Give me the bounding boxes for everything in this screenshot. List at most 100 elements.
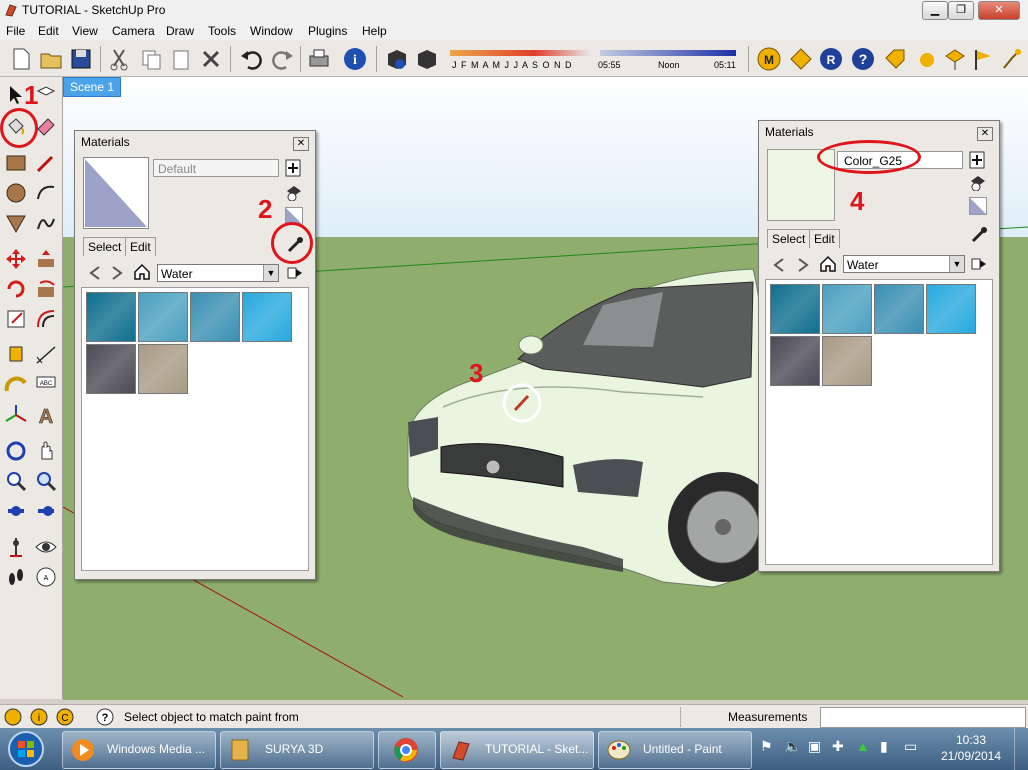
position-camera-tool-icon[interactable]	[4, 535, 28, 559]
taskbar-media-player[interactable]: Windows Media ...	[62, 731, 216, 769]
clock-time[interactable]: 10:33	[944, 733, 998, 747]
help-icon[interactable]: ?	[850, 46, 876, 72]
rotate-icon[interactable]	[4, 277, 28, 301]
details-arrow-icon[interactable]	[287, 265, 303, 281]
menu-draw[interactable]: Draw	[166, 24, 194, 38]
3d-text-icon[interactable]: A	[34, 403, 58, 427]
pan-icon[interactable]	[34, 439, 58, 463]
previous-view-icon[interactable]	[34, 499, 58, 523]
print-icon[interactable]	[306, 46, 332, 72]
look-around-icon[interactable]	[34, 535, 58, 559]
swatch-water-5[interactable]	[86, 344, 136, 394]
rectangle-icon[interactable]	[4, 151, 28, 175]
push-pull-icon[interactable]	[34, 247, 58, 271]
tape-measure-icon[interactable]	[4, 343, 28, 367]
shadow-settings-icon[interactable]	[414, 46, 440, 72]
geo-location-icon[interactable]	[4, 708, 22, 726]
panel-close-icon[interactable]: ✕	[293, 137, 309, 151]
swatch-water-5[interactable]	[770, 336, 820, 386]
text-icon[interactable]: ABC	[34, 373, 58, 397]
back-arrow-icon[interactable]	[771, 257, 787, 273]
menu-help[interactable]: Help	[362, 24, 387, 38]
sample-paint-icon[interactable]	[969, 173, 987, 191]
create-material-icon[interactable]	[969, 151, 985, 169]
home-icon[interactable]	[133, 263, 151, 281]
tab-select[interactable]: Select	[83, 237, 127, 256]
position-camera-icon[interactable]	[942, 46, 968, 72]
tag-icon[interactable]	[882, 46, 908, 72]
scene-tab[interactable]: Scene 1	[63, 77, 122, 97]
arc-icon[interactable]	[34, 181, 58, 205]
create-material-icon[interactable]	[285, 159, 301, 177]
protractor-icon[interactable]	[4, 373, 28, 397]
tray-app-icon[interactable]: ▣	[808, 738, 821, 755]
library-dropdown[interactable]: Water ▼	[843, 255, 965, 273]
copyright-icon[interactable]: C	[56, 708, 74, 726]
copy-icon[interactable]	[138, 46, 164, 72]
default-material-icon[interactable]	[969, 197, 987, 215]
flag-icon[interactable]	[970, 46, 996, 72]
taskbar-sketchup[interactable]: TUTORIAL - Sket...	[440, 731, 594, 769]
forward-arrow-icon[interactable]	[795, 257, 811, 273]
scale-icon[interactable]	[4, 307, 28, 331]
follow-me-icon[interactable]	[34, 277, 58, 301]
restore-button[interactable]: ❐	[948, 1, 974, 20]
tab-edit[interactable]: Edit	[125, 237, 156, 256]
menu-file[interactable]: File	[6, 24, 25, 38]
move-icon[interactable]	[4, 247, 28, 271]
home-icon[interactable]	[819, 255, 837, 273]
section-plane-icon[interactable]: A	[34, 565, 58, 589]
drive-icon[interactable]: ▲	[856, 738, 870, 754]
entity-info-icon[interactable]	[384, 46, 410, 72]
credits-icon[interactable]: i	[30, 708, 48, 726]
library-dropdown[interactable]: Water ▼	[157, 264, 279, 282]
walk-icon[interactable]	[4, 565, 28, 589]
clock-date[interactable]: 21/09/2014	[938, 749, 1004, 763]
offset-icon[interactable]	[34, 307, 58, 331]
taskbar-paint[interactable]: Untitled - Paint	[598, 731, 752, 769]
open-folder-icon[interactable]	[38, 46, 64, 72]
r-icon[interactable]: R	[818, 46, 844, 72]
sample-paint-icon[interactable]	[285, 183, 303, 201]
save-icon[interactable]	[68, 46, 94, 72]
volume-icon[interactable]: 🔈	[784, 738, 801, 755]
menu-view[interactable]: View	[72, 24, 98, 38]
swatch-water-3[interactable]	[190, 292, 240, 342]
axes-icon[interactable]	[4, 403, 28, 427]
eyedropper-icon[interactable]	[969, 225, 989, 245]
menu-tools[interactable]: Tools	[208, 24, 236, 38]
swatch-water-4[interactable]	[926, 284, 976, 334]
zoom-extents-icon[interactable]	[4, 499, 28, 523]
close-button[interactable]: ✕	[978, 1, 1020, 20]
taskbar-chrome[interactable]	[378, 731, 436, 769]
undo-icon[interactable]	[238, 46, 264, 72]
redo-icon[interactable]	[270, 46, 296, 72]
cut-icon[interactable]	[106, 46, 132, 72]
erase-icon[interactable]	[198, 46, 224, 72]
components-m-icon[interactable]: M	[756, 46, 782, 72]
start-button-icon[interactable]	[6, 730, 46, 768]
back-arrow-icon[interactable]	[87, 265, 103, 281]
polygon-icon[interactable]	[4, 211, 28, 235]
minimize-button[interactable]: ▁	[922, 1, 948, 20]
new-file-icon[interactable]	[8, 46, 34, 72]
swatch-water-6[interactable]	[138, 344, 188, 394]
pushpin-icon[interactable]	[998, 46, 1024, 72]
details-arrow-icon[interactable]	[971, 256, 987, 272]
warehouse-icon[interactable]	[788, 46, 814, 72]
menu-edit[interactable]: Edit	[38, 24, 59, 38]
swatch-water-3[interactable]	[874, 284, 924, 334]
tab-edit[interactable]: Edit	[809, 229, 840, 248]
zoom-window-icon[interactable]	[34, 469, 58, 493]
swatch-water-2[interactable]	[822, 284, 872, 334]
forward-arrow-icon[interactable]	[109, 265, 125, 281]
shadow-time-slider[interactable]: 05:55 Noon 05:11	[598, 48, 740, 74]
material-name-field[interactable]: Default	[153, 159, 279, 177]
menu-plugins[interactable]: Plugins	[308, 24, 347, 38]
network-icon[interactable]: ▮	[880, 738, 888, 755]
menu-camera[interactable]: Camera	[112, 24, 155, 38]
circle-icon[interactable]	[4, 181, 28, 205]
paste-icon[interactable]	[168, 46, 194, 72]
sphere-icon[interactable]	[914, 46, 940, 72]
swatch-water-1[interactable]	[86, 292, 136, 342]
